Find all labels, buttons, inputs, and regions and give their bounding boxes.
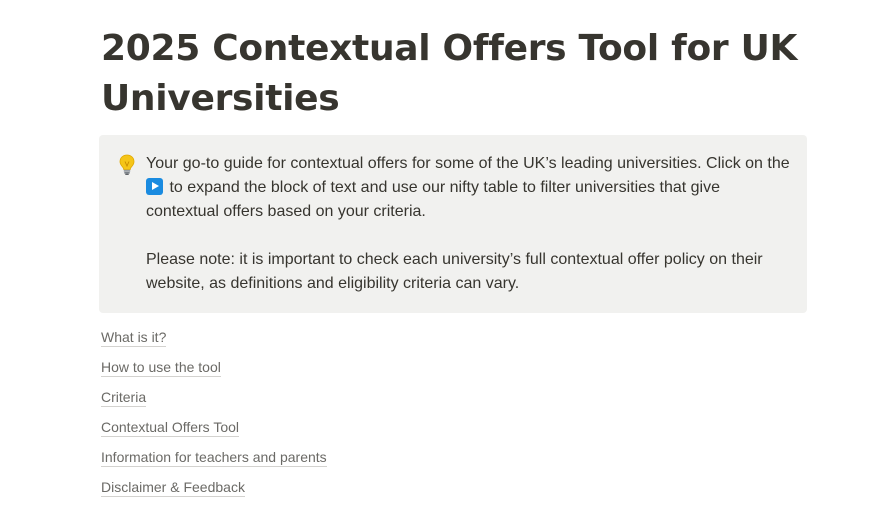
toc-item: Disclaimer & Feedback: [101, 476, 327, 506]
toc-item: Criteria: [101, 386, 327, 416]
table-of-contents: What is it? How to use the tool Criteria…: [101, 326, 327, 506]
lightbulb-icon: [118, 154, 136, 176]
callout-intro-part1: Your go-to guide for contextual offers f…: [146, 155, 790, 172]
callout-intro-part2: to expand the block of text and use our …: [146, 179, 720, 220]
callout-intro: Your go-to guide for contextual offers f…: [146, 152, 796, 224]
toc-item: How to use the tool: [101, 356, 327, 386]
page: 2025 Contextual Offers Tool for UK Unive…: [0, 0, 896, 524]
toc-item: Contextual Offers Tool: [101, 416, 327, 446]
play-triangle-icon: [146, 178, 163, 195]
page-title: 2025 Contextual Offers Tool for UK Unive…: [101, 28, 798, 119]
toc-link-contextual-offers-tool[interactable]: Contextual Offers Tool: [101, 419, 240, 437]
toc-item: Information for teachers and parents: [101, 446, 327, 476]
toc-link-criteria[interactable]: Criteria: [101, 389, 147, 407]
callout-note: Please note: it is important to check ea…: [146, 251, 763, 292]
callout-text: Your go-to guide for contextual offers f…: [146, 152, 796, 296]
toc-link-teachers-parents[interactable]: Information for teachers and parents: [101, 449, 327, 467]
toc-item: What is it?: [101, 326, 327, 356]
toc-link-disclaimer-feedback[interactable]: Disclaimer & Feedback: [101, 479, 245, 497]
toc-link-how-to-use[interactable]: How to use the tool: [101, 359, 221, 377]
toc-link-what-is-it[interactable]: What is it?: [101, 329, 167, 347]
